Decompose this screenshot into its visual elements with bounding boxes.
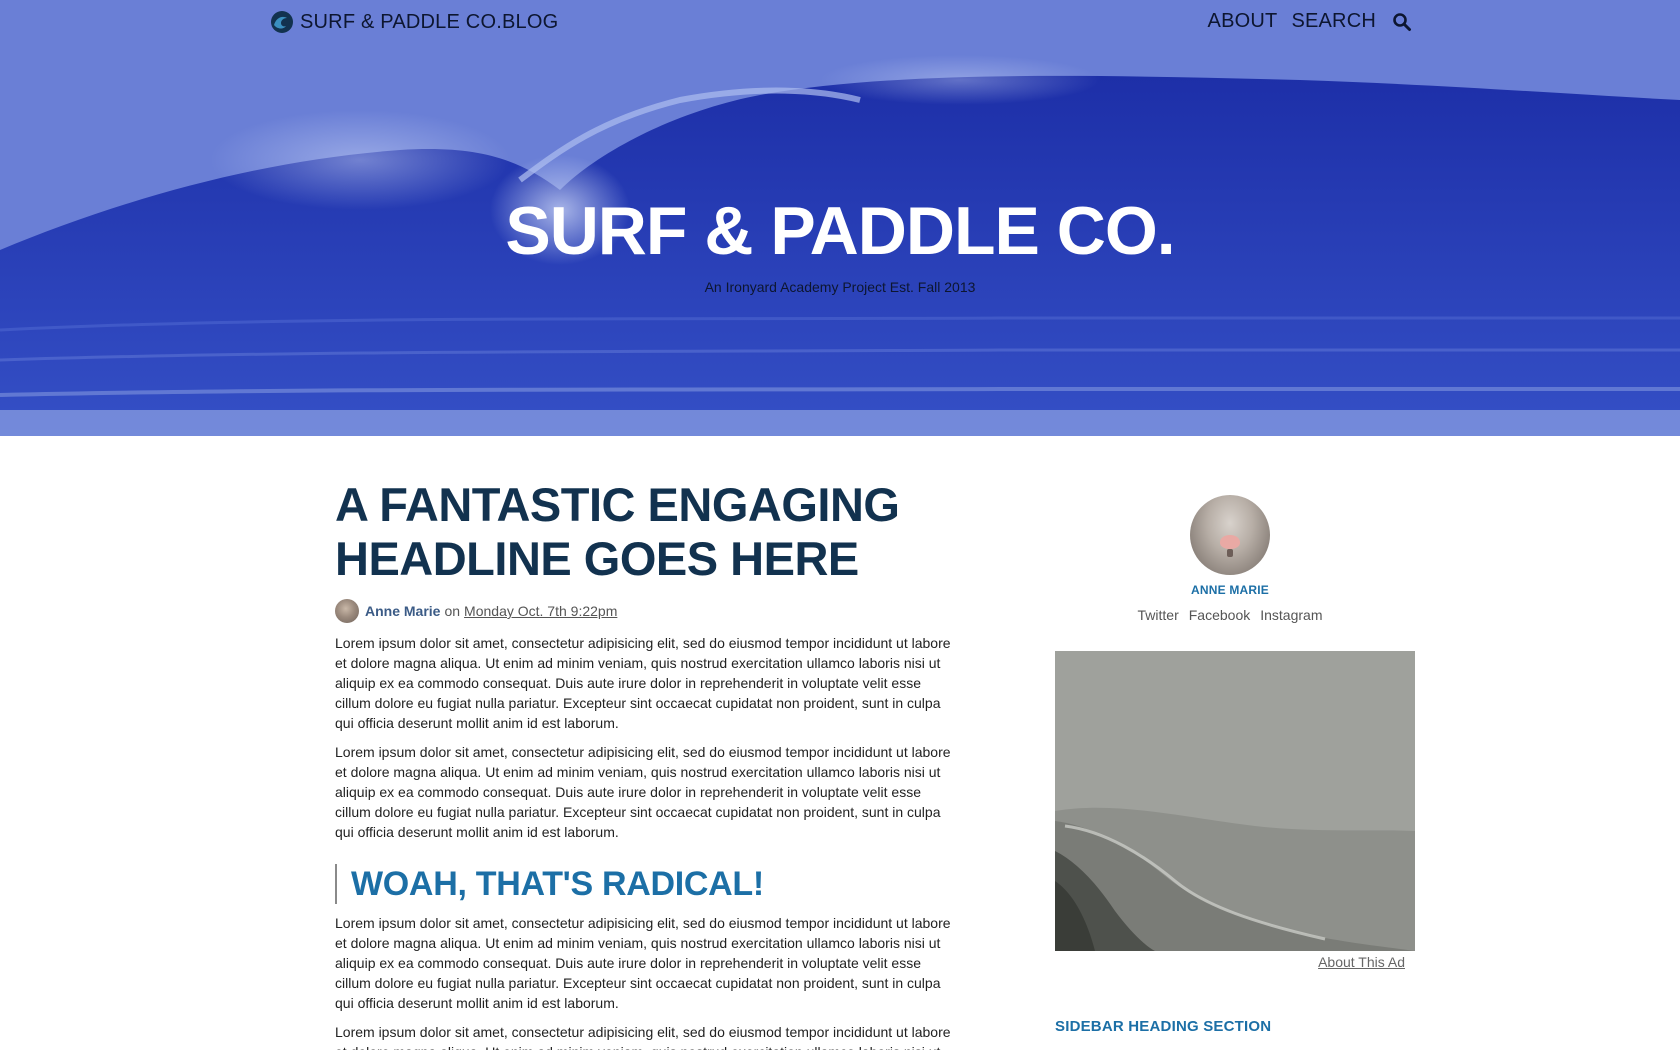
post-date-link[interactable]: Monday Oct. 7th 9:22pm bbox=[464, 603, 617, 619]
brand-name: SURF & PADDLE CO.BLOG bbox=[300, 10, 559, 33]
byline: Anne Marie on Monday Oct. 7th 9:22pm bbox=[335, 599, 955, 623]
article-paragraph: Lorem ipsum dolor sit amet, consectetur … bbox=[335, 635, 951, 731]
avatar-mouth-detail bbox=[1227, 549, 1233, 557]
twitter-link[interactable]: Twitter bbox=[1138, 607, 1179, 623]
avatar-nose-detail bbox=[1220, 535, 1240, 549]
facebook-link[interactable]: Facebook bbox=[1189, 607, 1250, 623]
author-link[interactable]: Anne Marie bbox=[365, 603, 440, 619]
hero-subtitle: An Ironyard Academy Project Est. Fall 20… bbox=[704, 279, 976, 295]
hero-title: SURF & PADDLE CO. bbox=[505, 193, 1175, 269]
search-icon[interactable] bbox=[1392, 12, 1412, 32]
profile-avatar bbox=[1190, 495, 1270, 575]
logo-wave-icon bbox=[271, 11, 293, 33]
nav-search-link[interactable]: SEARCH bbox=[1291, 10, 1376, 33]
nav-about-link[interactable]: ABOUT bbox=[1208, 10, 1278, 33]
instagram-link[interactable]: Instagram bbox=[1260, 607, 1322, 623]
foggy-beach-image bbox=[1055, 651, 1415, 951]
author-avatar bbox=[335, 599, 359, 623]
sidebar-heading: SIDEBAR HEADING SECTION bbox=[1055, 1018, 1272, 1035]
author-profile: ANNE MARIE Twitter Facebook Instagram bbox=[1055, 495, 1405, 623]
ad-image[interactable] bbox=[1055, 651, 1415, 951]
article-paragraph: Lorem ipsum dolor sit amet, consectetur … bbox=[335, 915, 951, 1011]
about-ad-link[interactable]: About This Ad bbox=[1055, 954, 1405, 970]
nav-links: ABOUT SEARCH bbox=[1208, 10, 1412, 33]
profile-name: ANNE MARIE bbox=[1190, 583, 1269, 597]
byline-on-text: on bbox=[444, 603, 461, 619]
sidebar: ANNE MARIE Twitter Facebook Instagram Ab… bbox=[1055, 495, 1415, 1035]
article-paragraph: Lorem ipsum dolor sit amet, consectetur … bbox=[335, 1024, 951, 1050]
top-navigation: SURF & PADDLE CO.BLOG ABOUT SEARCH bbox=[0, 0, 1680, 44]
article-headline: A FANTASTIC ENGAGING HEADLINE GOES HERE bbox=[335, 478, 900, 585]
hero-banner: SURF & PADDLE CO.BLOG ABOUT SEARCH SURF … bbox=[0, 0, 1680, 436]
brand-link[interactable]: SURF & PADDLE CO.BLOG bbox=[270, 10, 558, 34]
pullquote: WOAH, THAT'S RADICAL! bbox=[335, 864, 955, 904]
article: A FANTASTIC ENGAGING HEADLINE GOES HERE … bbox=[335, 478, 955, 1050]
social-links: Twitter Facebook Instagram bbox=[1055, 607, 1405, 623]
article-paragraph: Lorem ipsum dolor sit amet, consectetur … bbox=[335, 744, 951, 840]
